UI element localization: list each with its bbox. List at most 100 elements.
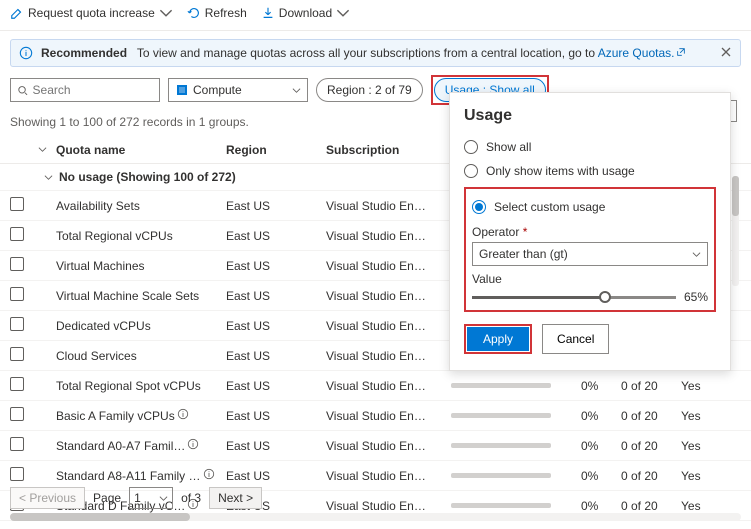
operator-label: Operator <box>472 225 708 239</box>
page-of: of 3 <box>181 491 201 505</box>
radio-custom-usage[interactable]: Select custom usage <box>472 195 708 219</box>
adjustable-cell: Yes <box>681 409 721 423</box>
chevron-down-icon <box>692 250 701 259</box>
quota-name: Virtual Machine Scale Sets <box>56 289 226 303</box>
region-cell: East US <box>226 349 326 363</box>
quota-name: Standard A0-A7 Famil… <box>56 438 226 453</box>
compute-icon <box>175 83 189 97</box>
region-cell: East US <box>226 469 326 483</box>
row-checkbox[interactable] <box>10 407 24 421</box>
provider-label: Compute <box>193 83 242 97</box>
subscription-cell: Visual Studio En… <box>326 319 451 333</box>
row-checkbox[interactable] <box>10 347 24 361</box>
next-page-button[interactable]: Next > <box>209 487 262 509</box>
row-checkbox[interactable] <box>10 227 24 241</box>
usage-bar <box>451 443 551 448</box>
apply-button[interactable]: Apply <box>467 327 529 351</box>
download-label: Download <box>279 6 332 20</box>
table-row[interactable]: Basic A Family vCPUsEast USVisual Studio… <box>0 401 751 431</box>
refresh-icon <box>187 6 201 20</box>
row-checkbox[interactable] <box>10 317 24 331</box>
refresh-button[interactable]: Refresh <box>187 6 247 20</box>
info-icon <box>177 408 189 420</box>
prev-page-button[interactable]: < Previous <box>10 487 85 509</box>
row-checkbox[interactable] <box>10 257 24 271</box>
banner-heading: Recommended <box>41 46 127 60</box>
subscription-cell: Visual Studio En… <box>326 199 451 213</box>
info-icon <box>19 46 33 60</box>
banner-text: To view and manage quotas across all you… <box>137 46 598 60</box>
region-cell: East US <box>226 289 326 303</box>
request-quota-label: Request quota increase <box>28 6 155 20</box>
subscription-cell: Visual Studio En… <box>326 409 451 423</box>
subscription-cell: Visual Studio En… <box>326 229 451 243</box>
operator-select[interactable]: Greater than (gt) <box>472 242 708 266</box>
quota-cell: 0 of 20 <box>621 409 681 423</box>
subscription-cell: Visual Studio En… <box>326 499 451 513</box>
search-icon <box>17 84 29 97</box>
usage-pct: 0% <box>581 409 621 423</box>
download-button[interactable]: Download <box>261 6 350 20</box>
region-cell: East US <box>226 319 326 333</box>
table-row[interactable]: Standard A0-A7 Famil…East USVisual Studi… <box>0 431 751 461</box>
cancel-button[interactable]: Cancel <box>542 324 609 354</box>
external-link-icon <box>676 47 686 57</box>
value-label: Value <box>472 272 708 286</box>
adjustable-cell: Yes <box>681 439 721 453</box>
provider-select[interactable]: Compute <box>168 78 308 102</box>
col-region[interactable]: Region <box>226 143 326 157</box>
row-checkbox[interactable] <box>10 287 24 301</box>
quota-name: Total Regional Spot vCPUs <box>56 379 226 393</box>
usage-bar <box>451 503 551 508</box>
row-checkbox[interactable] <box>10 467 24 481</box>
usage-bar <box>451 473 551 478</box>
quota-name: Availability Sets <box>56 199 226 213</box>
page-label: Page <box>93 491 121 505</box>
region-filter[interactable]: Region : 2 of 79 <box>316 78 423 102</box>
subscription-cell: Visual Studio En… <box>326 469 451 483</box>
chevron-down-icon <box>44 173 53 182</box>
row-checkbox[interactable] <box>10 437 24 451</box>
refresh-label: Refresh <box>205 6 247 20</box>
pencil-icon <box>10 6 24 20</box>
table-row[interactable]: Total Regional Spot vCPUsEast USVisual S… <box>0 371 751 401</box>
group-label: No usage (Showing 100 of 272) <box>59 170 236 184</box>
region-cell: East US <box>226 379 326 393</box>
horizontal-scrollbar[interactable] <box>10 513 741 521</box>
usage-bar <box>451 413 551 418</box>
radio-show-all[interactable]: Show all <box>464 135 716 159</box>
subscription-cell: Visual Studio En… <box>326 439 451 453</box>
col-subscription[interactable]: Subscription <box>326 143 451 157</box>
page-select[interactable]: 1 <box>129 487 173 509</box>
value-slider[interactable] <box>472 296 676 299</box>
region-cell: East US <box>226 259 326 273</box>
pager: < Previous Page 1 of 3 Next > <box>10 487 262 509</box>
radio-with-usage[interactable]: Only show items with usage <box>464 159 716 183</box>
search-field[interactable] <box>33 83 153 97</box>
quota-cell: 0 of 20 <box>621 499 681 513</box>
chevron-down-icon[interactable] <box>38 145 47 154</box>
close-icon[interactable] <box>720 46 732 58</box>
quota-cell: 0 of 20 <box>621 469 681 483</box>
region-cell: East US <box>226 439 326 453</box>
download-icon <box>261 6 275 20</box>
azure-quotas-link[interactable]: Azure Quotas. <box>598 46 687 60</box>
search-input[interactable] <box>10 78 160 102</box>
chevron-down-icon <box>159 6 173 20</box>
row-checkbox[interactable] <box>10 377 24 391</box>
region-cell: East US <box>226 409 326 423</box>
subscription-cell: Visual Studio En… <box>326 289 451 303</box>
info-icon <box>203 468 215 480</box>
subscription-cell: Visual Studio En… <box>326 379 451 393</box>
region-cell: East US <box>226 199 326 213</box>
highlight-apply: Apply <box>464 324 532 354</box>
radio-icon <box>472 200 486 214</box>
radio-icon <box>464 140 478 154</box>
col-quota-name[interactable]: Quota name <box>56 143 226 157</box>
vertical-scrollbar[interactable] <box>732 176 739 286</box>
request-quota-button[interactable]: Request quota increase <box>10 6 173 20</box>
info-icon <box>187 438 199 450</box>
usage-bar <box>451 383 551 388</box>
row-checkbox[interactable] <box>10 197 24 211</box>
usage-pct: 0% <box>581 379 621 393</box>
